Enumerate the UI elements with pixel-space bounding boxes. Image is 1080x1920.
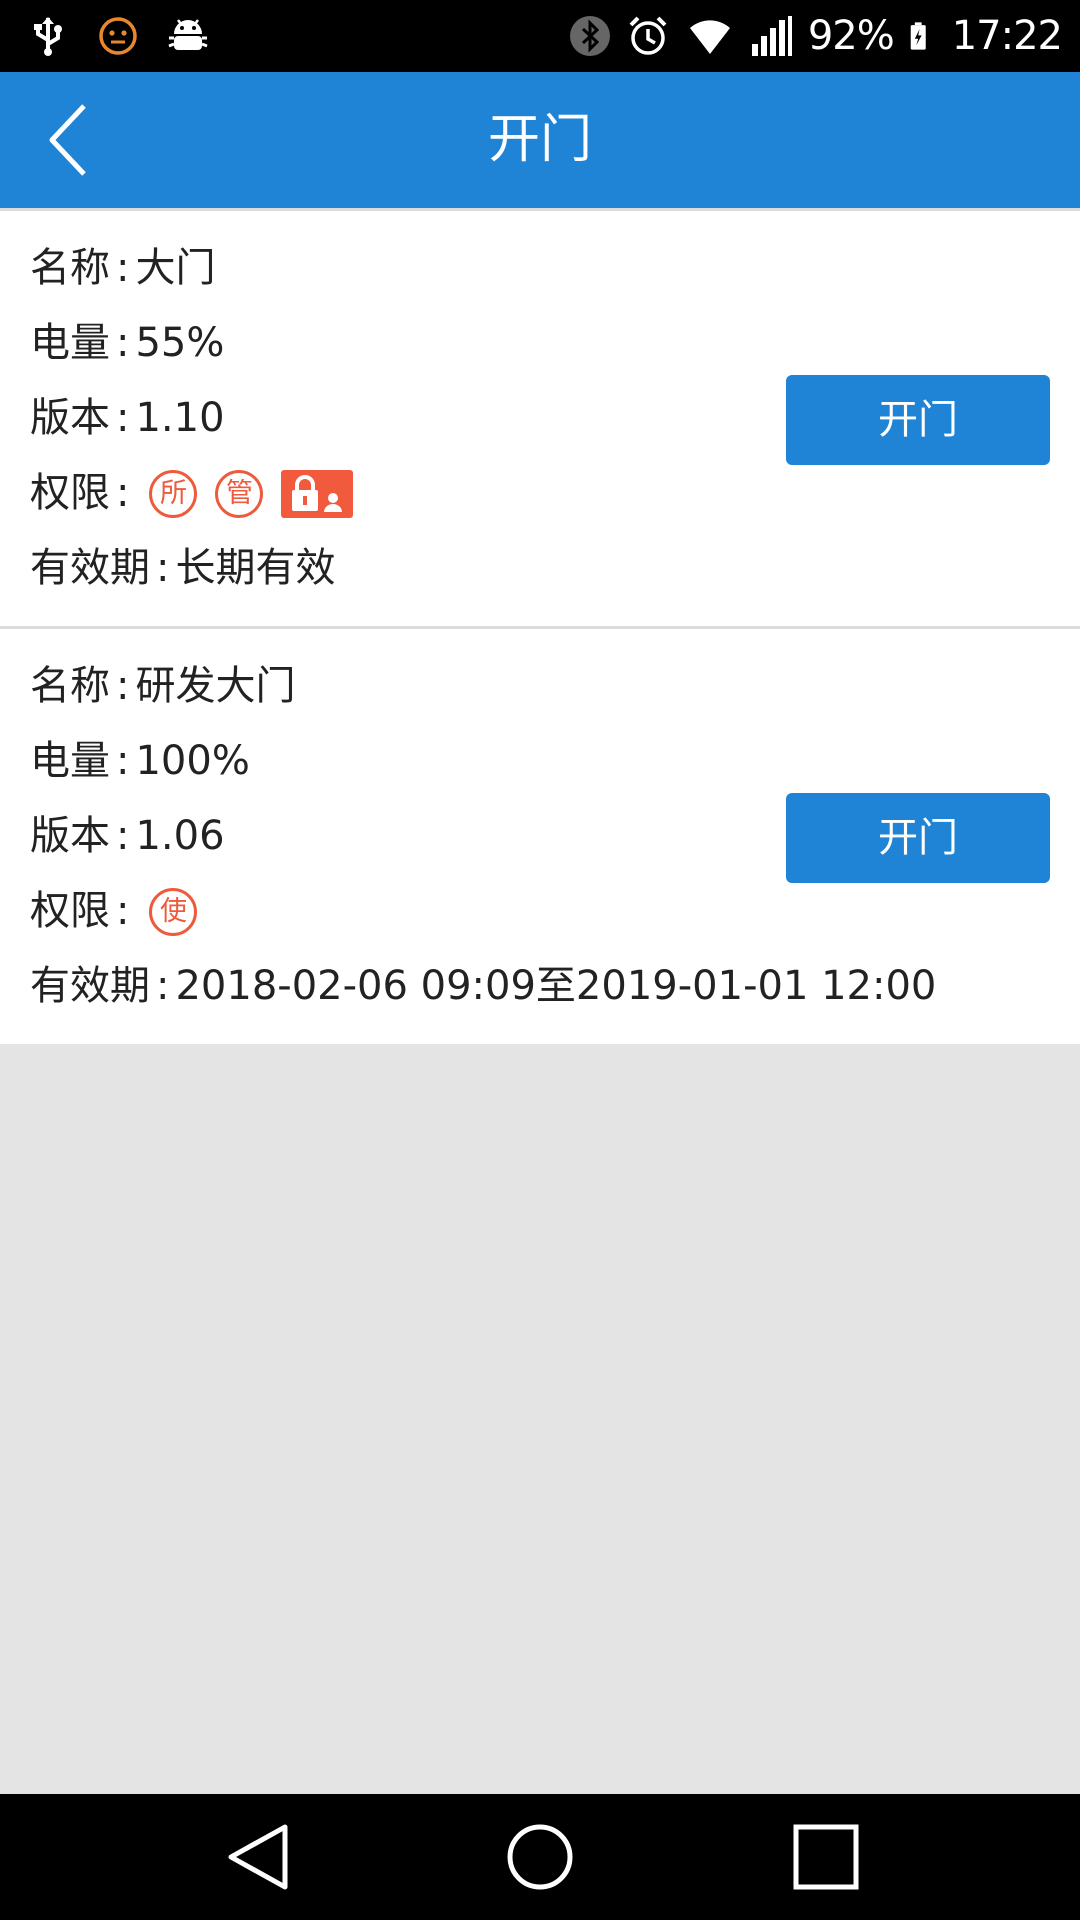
nav-home-button[interactable] [500,1817,580,1897]
name-label: 名称 [30,663,110,709]
usb-icon [34,17,62,56]
android-debug-icon [168,19,208,50]
validity-label: 有效期 [30,545,150,591]
lock-name: 大门 [135,245,216,291]
validity-label: 有效期 [30,963,150,1009]
nav-recents-button[interactable] [786,1817,866,1897]
navigation-bar [0,1794,1080,1920]
permission-badges: 所 管 [149,469,354,518]
battery-row: 电量:55% [30,306,353,381]
permission-badge-user: 使 [149,887,198,936]
permission-row: 权限: 所 管 [30,456,354,531]
battery-charging-icon [910,22,926,50]
permission-label: 权限 [30,470,110,516]
nav-back-button[interactable] [218,1817,298,1897]
battery-row: 电量:100% [30,724,936,799]
validity-row: 有效期:2018-02-06 09:09至2019-01-01 12:00 [30,949,936,1024]
open-door-button[interactable]: 开门 [786,793,1050,883]
wifi-icon [689,20,730,54]
battery-label: 电量 [30,320,110,366]
lock-name-row: 名称: 研发大门 [30,649,936,724]
name-label: 名称 [30,245,110,291]
version-row: 版本:1.10 [30,381,353,456]
app-bar: 开门 [0,72,1080,208]
status-bar-left [26,10,210,62]
battery-percent: 92% [807,13,895,59]
page-title: 开门 [487,110,592,170]
lock-card: 名称: 研发大门 电量:100% 版本:1.06 权限: 使 有效期:2018-0… [0,626,1080,1044]
lock-list: 名称: 大门 电量:55% 版本:1.10 权限: 所 管 有效期: 长期有效… [0,208,1080,1044]
clock: 17:22 [951,13,1063,59]
lock-name: 研发大门 [135,663,296,709]
version-value: 1.10 [135,395,225,441]
battery-value: 55% [135,320,225,366]
validity-row: 有效期: 长期有效 [30,531,353,606]
lock-info: 名称: 大门 电量:55% 版本:1.10 权限: 所 管 有效期: 长期有效 [30,231,354,606]
status-bar-right: 92% 17:22 [568,0,1063,72]
lock-user-icon [281,469,354,518]
nav-home-icon [507,1824,573,1890]
permission-badge-admin: 管 [215,469,264,518]
battery-label: 电量 [30,738,110,784]
version-label: 版本 [30,395,110,441]
status-bar: 92% 17:22 [0,0,1080,72]
nav-back-icon [228,1824,288,1890]
permission-badges: 使 [149,887,198,936]
lock-name-row: 名称: 大门 [30,231,353,306]
validity-value: 2018-02-06 09:09至2019-01-01 12:00 [175,963,937,1009]
signal-icon [751,16,792,56]
version-label: 版本 [30,813,110,859]
version-value: 1.06 [135,813,225,859]
lock-card: 名称: 大门 电量:55% 版本:1.10 权限: 所 管 有效期: 长期有效… [0,208,1080,626]
permission-row: 权限: 使 [30,874,936,949]
open-door-button[interactable]: 开门 [786,375,1050,465]
battery-value: 100% [135,738,250,784]
permission-badge-owner: 所 [149,469,198,518]
nav-recents-icon [793,1824,859,1890]
permission-label: 权限 [30,888,110,934]
validity-value: 长期有效 [175,545,336,591]
smiley-icon [99,17,137,55]
bluetooth-icon [569,16,610,56]
alarm-icon [629,16,667,55]
